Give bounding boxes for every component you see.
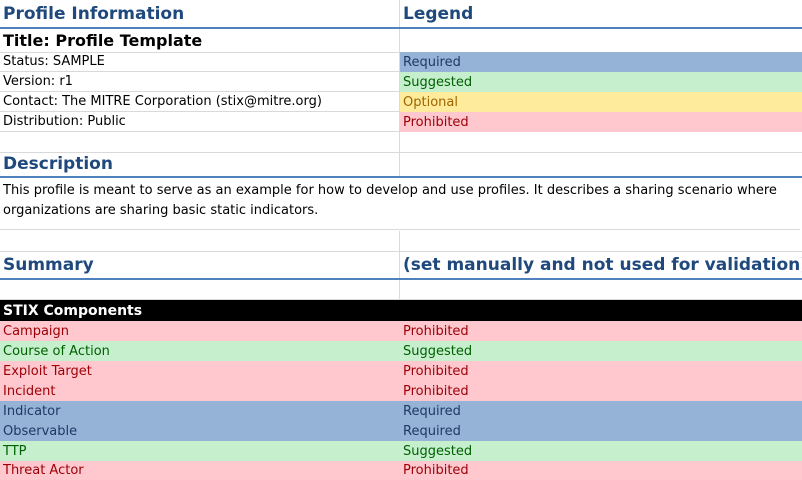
header-row-profile: Profile Information Legend — [0, 0, 802, 29]
component-status[interactable]: Suggested — [400, 441, 802, 461]
component-row: Exploit Target Prohibited — [0, 361, 802, 381]
status-cell[interactable]: Status: SAMPLE — [0, 52, 400, 72]
distribution-row: Distribution: Public Prohibited — [0, 112, 802, 132]
empty-cell[interactable] — [400, 231, 802, 251]
component-name[interactable]: Indicator — [0, 401, 400, 421]
component-name[interactable]: Course of Action — [0, 341, 400, 361]
version-row: Version: r1 Suggested — [0, 72, 802, 92]
empty-cell[interactable] — [0, 280, 400, 299]
empty-cell[interactable] — [400, 29, 802, 52]
component-status[interactable]: Prohibited — [400, 461, 802, 480]
component-row: Indicator Required — [0, 401, 802, 421]
legend-optional[interactable]: Optional — [400, 92, 802, 112]
summary-note[interactable]: (set manually and not used for validatio… — [400, 252, 802, 278]
blank-row — [0, 132, 802, 153]
component-status[interactable]: Suggested — [400, 341, 802, 361]
legend-prohibited[interactable]: Prohibited — [400, 112, 802, 132]
contact-cell[interactable]: Contact: The MITRE Corporation (stix@mit… — [0, 92, 400, 112]
component-status[interactable]: Prohibited — [400, 321, 802, 341]
title-row: Title: Profile Template — [0, 29, 802, 53]
version-cell[interactable]: Version: r1 — [0, 72, 400, 92]
summary-header-row: Summary (set manually and not used for v… — [0, 252, 802, 280]
legend-heading[interactable]: Legend — [400, 0, 802, 27]
empty-cell[interactable] — [400, 132, 802, 152]
component-status[interactable]: Required — [400, 401, 802, 421]
component-name[interactable]: Exploit Target — [0, 361, 400, 381]
legend-required[interactable]: Required — [400, 52, 802, 72]
stix-components-header-row: STIX Components — [0, 300, 802, 321]
component-name[interactable]: Campaign — [0, 321, 400, 341]
component-name[interactable]: Observable — [0, 421, 400, 441]
profile-title[interactable]: Title: Profile Template — [0, 29, 400, 52]
summary-heading[interactable]: Summary — [0, 252, 400, 278]
empty-cell[interactable] — [0, 231, 400, 251]
component-name[interactable]: Incident — [0, 381, 400, 401]
empty-cell[interactable] — [400, 152, 802, 176]
profile-information-heading[interactable]: Profile Information — [0, 0, 400, 27]
empty-cell[interactable] — [0, 132, 400, 152]
contact-row: Contact: The MITRE Corporation (stix@mit… — [0, 92, 802, 112]
description-text[interactable]: This profile is meant to serve as an exa… — [0, 178, 800, 230]
distribution-cell[interactable]: Distribution: Public — [0, 112, 400, 132]
legend-suggested[interactable]: Suggested — [400, 72, 802, 92]
description-heading[interactable]: Description — [0, 152, 400, 176]
spreadsheet: Profile Information Legend Title: Profil… — [0, 0, 802, 480]
blank-row — [0, 231, 802, 252]
component-row: Observable Required — [0, 421, 802, 441]
component-status[interactable]: Prohibited — [400, 361, 802, 381]
stix-components-heading[interactable]: STIX Components — [0, 300, 802, 321]
component-row: Course of Action Suggested — [0, 341, 802, 361]
blank-row — [0, 280, 802, 300]
component-name[interactable]: Threat Actor — [0, 461, 400, 480]
status-row: Status: SAMPLE Required — [0, 52, 802, 72]
component-row: Campaign Prohibited — [0, 321, 802, 341]
component-name[interactable]: TTP — [0, 441, 400, 461]
empty-cell[interactable] — [400, 280, 802, 299]
component-row: Threat Actor Prohibited — [0, 461, 802, 480]
component-row: Incident Prohibited — [0, 381, 802, 401]
component-status[interactable]: Prohibited — [400, 381, 802, 401]
description-header-row: Description — [0, 152, 802, 178]
component-status[interactable]: Required — [400, 421, 802, 441]
component-row: TTP Suggested — [0, 441, 802, 461]
